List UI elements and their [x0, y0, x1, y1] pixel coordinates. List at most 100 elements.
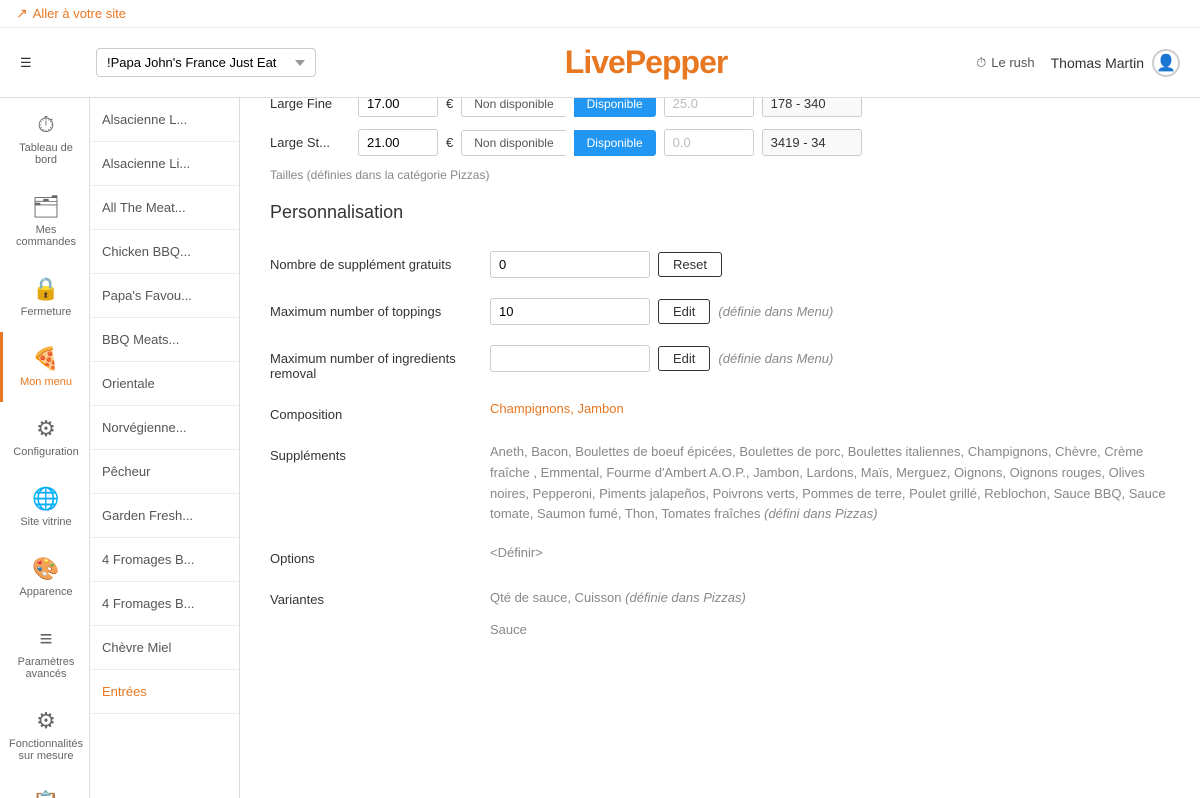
ingredients-label: Maximum number of ingredients removal: [270, 345, 490, 381]
menu-item-all-the-meat[interactable]: All The Meat...: [90, 186, 239, 230]
top-bar: ☰ !Papa John's France Just Eat LivePeppe…: [0, 28, 1200, 98]
toppings-input[interactable]: [490, 298, 650, 325]
menu-item-papas-favou[interactable]: Papa's Favou...: [90, 274, 239, 318]
tailles-note: Tailles (définies dans la catégorie Pizz…: [270, 168, 1170, 182]
external-link-bar: Aller à votre site: [0, 0, 1200, 28]
form-row-supplements: Suppléments Aneth, Bacon, Boulettes de b…: [270, 442, 1170, 525]
sidebar-item-parametres[interactable]: ≡ Paramètres avancés: [0, 612, 89, 694]
supplements-gratuits-input[interactable]: [490, 251, 650, 278]
menu-item-entrees[interactable]: Entrées: [90, 670, 239, 714]
clock-icon: ⏱: [976, 55, 986, 71]
unavailable-btn-large-st[interactable]: Non disponible: [461, 130, 565, 156]
sidebar-item-mon-menu[interactable]: 🍕 Mon menu: [0, 332, 89, 402]
user-area[interactable]: Thomas Martin 👤: [1051, 49, 1180, 77]
options-label: Options: [270, 545, 490, 566]
menu-item-alsacienne-li[interactable]: Alsacienne Li...: [90, 142, 239, 186]
range-large-st: 3419 - 34: [762, 129, 862, 156]
size-label-large-st: Large St...: [270, 135, 350, 150]
pos-icon: 📋: [32, 790, 59, 798]
rush-label: Le rush: [991, 55, 1034, 70]
form-row-supplements-gratuits: Nombre de supplément gratuits Reset: [270, 251, 1170, 278]
variantes-note: (définie dans Pizzas): [625, 590, 746, 605]
variantes-line1: Qté de sauce, Cuisson (définie dans Pizz…: [490, 586, 746, 609]
supplements-gratuits-value-area: Reset: [490, 251, 1170, 278]
sidebar-label-menu: Mon menu: [20, 376, 72, 388]
available-btn-large-st[interactable]: Disponible: [574, 130, 656, 156]
sidebar-label-tableau: Tableau de bord: [8, 142, 84, 166]
menu-item-alsacienne-l[interactable]: Alsacienne L...: [90, 98, 239, 142]
ingredients-value-area: Edit (définie dans Menu): [490, 345, 1170, 372]
sidebar-label-fermeture: Fermeture: [21, 306, 72, 318]
orders-icon: 🗂: [32, 194, 60, 220]
menu-item-pecheur[interactable]: Pêcheur: [90, 450, 239, 494]
currency-large-fine: €: [446, 96, 453, 111]
logo-pepper: Pepper: [625, 44, 727, 80]
menu-item-garden-fresh[interactable]: Garden Fresh...: [90, 494, 239, 538]
ingredients-input[interactable]: [490, 345, 650, 372]
menu-icon: 🍕: [32, 346, 59, 372]
hamburger-icon[interactable]: ☰: [20, 55, 80, 71]
size-row-large-st: Large St... € Non disponible Disponible …: [270, 129, 1170, 156]
sidebar-label-config: Configuration: [13, 446, 78, 458]
number-input-large-st[interactable]: [664, 129, 754, 156]
supplements-value: Aneth, Bacon, Boulettes de boeuf épicées…: [490, 442, 1170, 525]
sidebar-label-vitrine: Site vitrine: [20, 516, 71, 528]
menu-item-bbq-meats[interactable]: BBQ Meats...: [90, 318, 239, 362]
sidebar-item-site-vitrine[interactable]: 🌐 Site vitrine: [0, 472, 89, 542]
sidebar-label-apparence: Apparence: [19, 586, 72, 598]
sidebar-item-fermeture[interactable]: 🔒 Fermeture: [0, 262, 89, 332]
sidebar: ⏱ Tableau de bord 🗂 Mes commandes 🔒 Ferm…: [0, 98, 90, 798]
personnalisation-title: Personnalisation: [270, 202, 1170, 231]
site-selector[interactable]: !Papa John's France Just Eat: [96, 48, 316, 77]
variantes-line2: Sauce: [490, 618, 527, 641]
vitrine-icon: 🌐: [32, 486, 59, 512]
sidebar-item-fonctionnalites[interactable]: ⚙ Fonctionnalités sur mesure: [0, 694, 89, 776]
aller-site-link[interactable]: Aller à votre site: [16, 5, 126, 22]
user-avatar-icon: 👤: [1152, 49, 1180, 77]
options-value: <Définir>: [490, 545, 543, 560]
menu-item-chevre-miel[interactable]: Chèvre Miel: [90, 626, 239, 670]
currency-large-st: €: [446, 135, 453, 150]
composition-value-area: Champignons, Jambon: [490, 401, 1170, 416]
form-row-variantes: Variantes Qté de sauce, Cuisson (définie…: [270, 586, 1170, 641]
variantes-label: Variantes: [270, 586, 490, 607]
menu-item-chicken-bbq[interactable]: Chicken BBQ...: [90, 230, 239, 274]
parametres-icon: ≡: [40, 626, 53, 652]
user-name: Thomas Martin: [1051, 55, 1144, 71]
toppings-label: Maximum number of toppings: [270, 298, 490, 319]
sidebar-item-config-pos[interactable]: 📋 Config. POS: [0, 776, 89, 798]
menu-item-norvegienne[interactable]: Norvégienne...: [90, 406, 239, 450]
sidebar-item-apparence[interactable]: 🎨 Apparence: [0, 542, 89, 612]
config-icon: ⚙: [36, 416, 56, 442]
menu-item-4fromages-2[interactable]: 4 Fromages B...: [90, 582, 239, 626]
sidebar-label-fonctionnalites: Fonctionnalités sur mesure: [8, 738, 84, 762]
top-bar-right: ⏱ Le rush Thomas Martin 👤: [976, 49, 1180, 77]
logo: LivePepper: [565, 44, 728, 81]
menu-item-orientale[interactable]: Orientale: [90, 362, 239, 406]
sidebar-item-tableau-de-bord[interactable]: ⏱ Tableau de bord: [0, 98, 89, 180]
menu-list: Alsacienne L... Alsacienne Li... All The…: [90, 98, 240, 798]
sidebar-label-parametres: Paramètres avancés: [8, 656, 84, 680]
form-row-ingredients: Maximum number of ingredients removal Ed…: [270, 345, 1170, 381]
form-row-composition: Composition Champignons, Jambon: [270, 401, 1170, 422]
rush-button[interactable]: ⏱ Le rush: [976, 55, 1035, 71]
price-input-large-st[interactable]: [358, 129, 438, 156]
toppings-defined-note: (définie dans Menu): [718, 304, 833, 319]
toppings-value-area: Edit (définie dans Menu): [490, 298, 1170, 325]
toppings-edit-button[interactable]: Edit: [658, 299, 710, 324]
supplements-label: Suppléments: [270, 442, 490, 463]
reset-button[interactable]: Reset: [658, 252, 722, 277]
sidebar-item-mes-commandes[interactable]: 🗂 Mes commandes: [0, 180, 89, 262]
form-row-options: Options <Définir>: [270, 545, 1170, 566]
ingredients-edit-button[interactable]: Edit: [658, 346, 710, 371]
sidebar-label-commandes: Mes commandes: [8, 224, 84, 248]
options-value-area: <Définir>: [490, 545, 1170, 560]
variantes-value-area: Qté de sauce, Cuisson (définie dans Pizz…: [490, 586, 1170, 641]
composition-value: Champignons, Jambon: [490, 401, 624, 416]
sidebar-item-configuration[interactable]: ⚙ Configuration: [0, 402, 89, 472]
supplements-gratuits-label: Nombre de supplément gratuits: [270, 251, 490, 272]
form-row-toppings: Maximum number of toppings Edit (définie…: [270, 298, 1170, 325]
menu-item-4fromages-1[interactable]: 4 Fromages B...: [90, 538, 239, 582]
supplements-defined-note: (défini dans Pizzas): [764, 506, 877, 521]
logo-live: Live: [565, 44, 625, 80]
